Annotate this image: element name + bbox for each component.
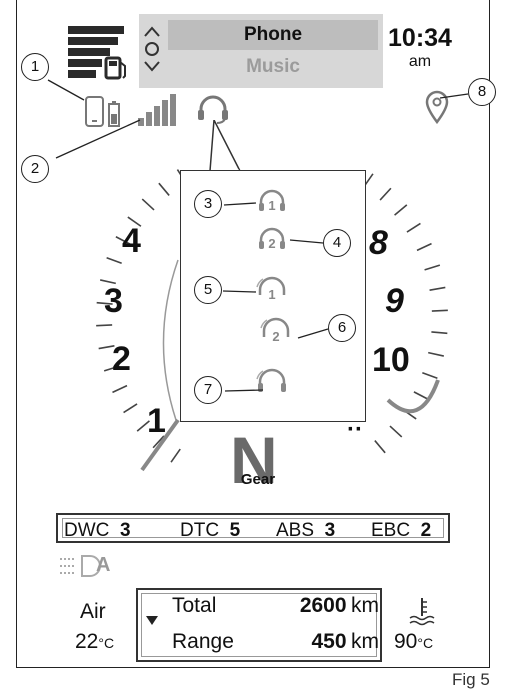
callout-6: 6 [328,314,356,342]
trip-total-value: 2600 km [299,594,379,617]
mode-dtc[interactable]: DTC 5 [180,520,240,542]
trip-range-value: 450 km [311,630,380,653]
callout-5: 5 [194,276,222,304]
mode-dwc[interactable]: DWC 3 [64,520,131,542]
mode-abs[interactable]: ABS 3 [276,520,335,542]
coolant-temperature: 90°C [394,630,434,653]
callout-1: 1 [21,53,49,81]
trip-dropdown-icon[interactable] [146,616,158,626]
callout-3: 3 [194,190,222,218]
auto-headlight-icon [60,555,101,577]
callout-4: 4 [323,229,351,257]
figure-label: Fig 5 [452,670,490,689]
air-temperature: 22°C [75,630,115,653]
callout-7: 7 [194,376,222,404]
coolant-temperature-icon [409,598,435,626]
mode-ebc[interactable]: EBC 2 [371,520,431,542]
callout-8: 8 [468,78,496,106]
air-label: Air [80,600,106,623]
trip-total-label: Total [172,594,217,617]
callout-2: 2 [21,155,49,183]
trip-range-label: Range [172,630,234,653]
auto-headlight-label: A [96,554,111,576]
